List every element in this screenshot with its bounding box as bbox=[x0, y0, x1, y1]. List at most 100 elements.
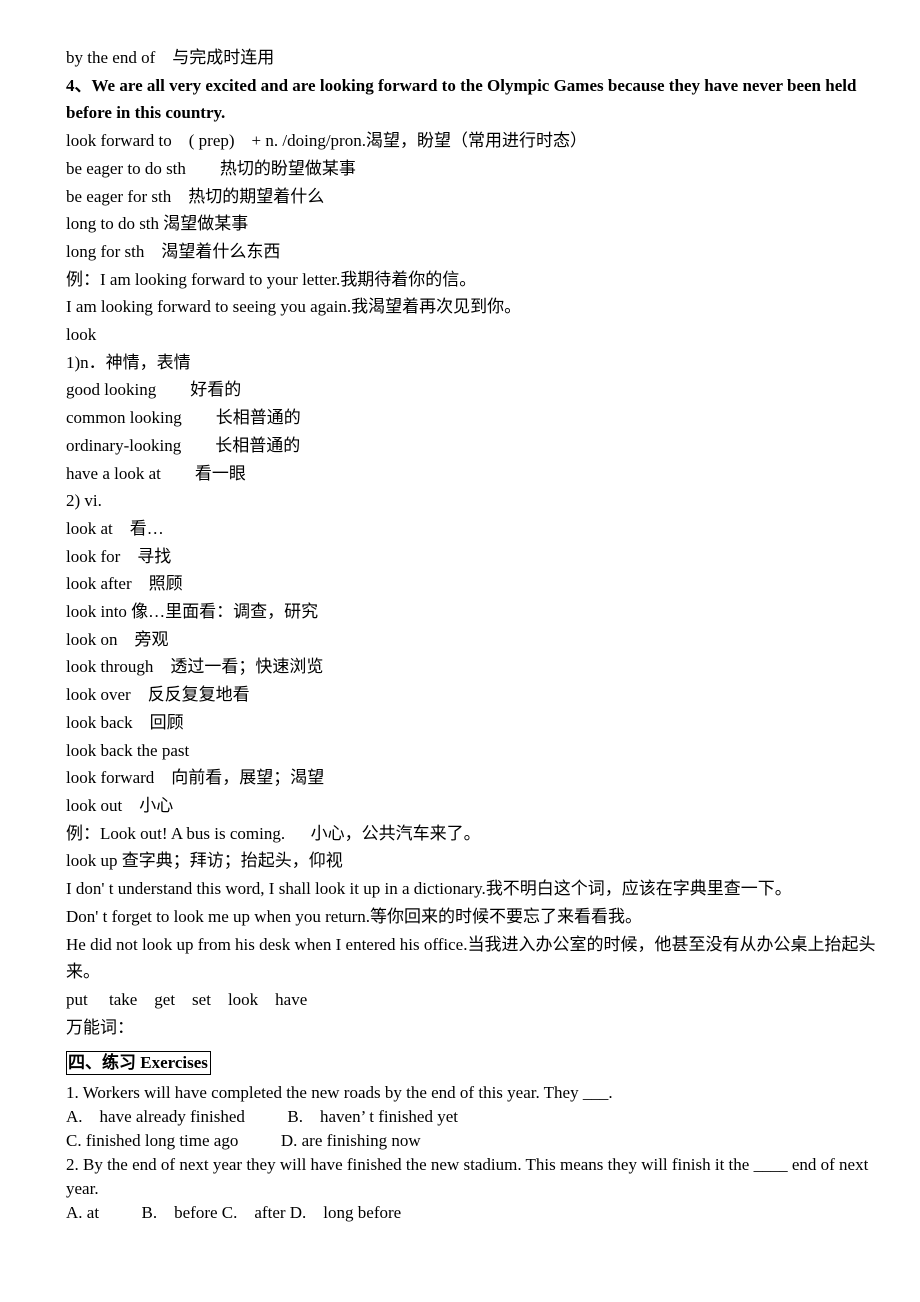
phrase-term: 万能词： bbox=[66, 1017, 134, 1037]
phrase-meaning: 回顾 bbox=[149, 712, 184, 732]
phrase-term: 1)n．神情，表情 bbox=[66, 352, 191, 372]
note-line: by the end of 与完成时连用 bbox=[66, 44, 878, 72]
exercises-list: 1. Workers will have completed the new r… bbox=[66, 1081, 878, 1225]
phrase-meaning: 透过一看；快速浏览 bbox=[170, 657, 324, 677]
phrase-term: put take get set look have bbox=[66, 989, 308, 1009]
phrase-meaning: 向前看，展望；渴望 bbox=[171, 768, 325, 788]
phrase-meaning: 像…里面看：调查，研究 bbox=[131, 602, 319, 622]
phrase-meaning: 与完成时连用 bbox=[172, 48, 275, 67]
note-line: 万能词： bbox=[66, 1014, 878, 1042]
example-sentence: He did not look up from his desk when I … bbox=[66, 934, 876, 982]
phrase-separator bbox=[161, 464, 195, 483]
phrase-term: I don' t understand this word, I shall l… bbox=[66, 879, 486, 899]
phrase-separator bbox=[154, 768, 171, 787]
phrase-meaning: 热切的盼望做某事 bbox=[219, 158, 356, 178]
exercise-options: A. have already finished B. haven’ t fin… bbox=[66, 1107, 458, 1127]
note-line: look at 看… bbox=[66, 515, 878, 543]
note-line: look on 旁观 bbox=[66, 626, 878, 654]
document-page: by the end of 与完成时连用 4、We are all very ex… bbox=[66, 44, 878, 1225]
phrase-term: look back the past bbox=[66, 740, 190, 760]
phrase-term: look bbox=[66, 325, 97, 345]
phrase-term: look over bbox=[66, 685, 131, 705]
note-line: look back the past bbox=[66, 737, 878, 765]
phrase-meaning: 长相普通的 bbox=[215, 435, 301, 455]
phrase-term: long to do sth bbox=[66, 214, 160, 234]
note-line: look forward to ( prep) + n. /doing/pron… bbox=[66, 127, 878, 155]
note-line: look up 查字典；拜访；抬起头，仰视 bbox=[66, 847, 878, 875]
note-line: look back 回顾 bbox=[66, 709, 878, 737]
vocabulary-notes: by the end of 与完成时连用 4、We are all very ex… bbox=[66, 44, 878, 1041]
phrase-meaning: 我渴望着再次见到你。 bbox=[351, 297, 522, 317]
note-line: put take get set look have bbox=[66, 986, 878, 1014]
phrase-meaning: 渴望做某事 bbox=[163, 214, 249, 234]
phrase-term: by the end of bbox=[66, 48, 156, 67]
note-line: have a look at 看一眼 bbox=[66, 460, 878, 488]
key-sentence: 4、We are all very excited and are lookin… bbox=[66, 75, 857, 123]
phrase-separator bbox=[120, 547, 137, 566]
phrase-meaning: 照顾 bbox=[148, 574, 183, 594]
phrase-term: ordinary-looking bbox=[66, 435, 182, 455]
note-line: look forward 向前看，展望；渴望 bbox=[66, 764, 878, 792]
exercise-question: 1. Workers will have completed the new r… bbox=[66, 1083, 613, 1103]
phrase-term: good looking bbox=[66, 380, 157, 400]
phrase-meaning: 长相普通的 bbox=[215, 408, 301, 428]
note-line: look over 反反复复地看 bbox=[66, 681, 878, 709]
note-line: look bbox=[66, 321, 878, 349]
phrase-meaning: 好看的 bbox=[190, 380, 242, 400]
note-line: look out 小心 bbox=[66, 792, 878, 820]
phrase-meaning: 热切的期望着什么 bbox=[188, 186, 325, 206]
phrase-term: be eager for sth bbox=[66, 186, 172, 206]
phrase-separator bbox=[153, 657, 170, 676]
phrase-term: look through bbox=[66, 657, 154, 677]
note-line: 2) vi. bbox=[66, 487, 878, 515]
phrase-term: 例：Look out! A bus is coming. bbox=[66, 823, 286, 843]
note-line: look after 照顾 bbox=[66, 570, 878, 598]
note-line: I don' t understand this word, I shall l… bbox=[66, 875, 878, 903]
phrase-term: look at bbox=[66, 518, 113, 538]
phrase-separator bbox=[172, 131, 189, 150]
phrase-separator bbox=[117, 630, 134, 649]
phrase-meaning: 渴望着什么东西 bbox=[161, 241, 281, 261]
phrase-separator bbox=[131, 685, 148, 704]
note-line: good looking 好看的 bbox=[66, 376, 878, 404]
phrase-term: look forward to bbox=[66, 131, 172, 151]
phrase-separator bbox=[182, 408, 216, 427]
phrase-term: look back bbox=[66, 712, 133, 732]
phrase-term: be eager to do sth bbox=[66, 158, 186, 178]
exercise-options: C. finished long time ago D. are finishi… bbox=[66, 1131, 421, 1151]
note-line: 例：I am looking forward to your letter.我期… bbox=[66, 266, 878, 294]
phrase-meaning: ( prep) + n. /doing/pron.渴望，盼望（常用进行时态） bbox=[188, 131, 587, 151]
phrase-term: look up bbox=[66, 851, 118, 871]
phrase-meaning: 寻找 bbox=[137, 546, 172, 566]
phrase-meaning: 看一眼 bbox=[194, 463, 246, 483]
note-line: look for 寻找 bbox=[66, 543, 878, 571]
phrase-separator bbox=[186, 159, 220, 178]
note-line: common looking 长相普通的 bbox=[66, 404, 878, 432]
section-heading: 四、练习 Exercises bbox=[68, 1053, 208, 1073]
exercise-question: 2. By the end of next year they will hav… bbox=[66, 1155, 869, 1199]
phrase-term: have a look at bbox=[66, 463, 161, 483]
phrase-term: 例：I am looking forward to your letter. bbox=[66, 269, 341, 289]
phrase-separator bbox=[155, 48, 172, 67]
phrase-term: look for bbox=[66, 546, 121, 566]
phrase-meaning: 我不明白这个词，应该在字典里查一下。 bbox=[485, 879, 792, 899]
note-line: ordinary-looking 长相普通的 bbox=[66, 432, 878, 460]
note-line: look into 像…里面看：调查，研究 bbox=[66, 598, 878, 626]
phrase-separator bbox=[285, 824, 311, 843]
phrase-separator bbox=[133, 713, 150, 732]
note-line: I am looking forward to seeing you again… bbox=[66, 293, 878, 321]
phrase-separator bbox=[156, 380, 190, 399]
phrase-separator bbox=[113, 519, 130, 538]
section-heading-box: 四、练习 Exercises bbox=[66, 1051, 211, 1076]
phrase-separator bbox=[132, 574, 149, 593]
phrase-meaning: 小心 bbox=[139, 795, 174, 815]
phrase-separator bbox=[122, 796, 139, 815]
note-line: long to do sth 渴望做某事 bbox=[66, 210, 878, 238]
phrase-separator bbox=[144, 242, 161, 261]
note-line: 例：Look out! A bus is coming. 小心，公共汽车来了。 bbox=[66, 820, 878, 848]
phrase-meaning: 等你回来的时候不要忘了来看看我。 bbox=[369, 906, 642, 926]
phrase-term: long for sth bbox=[66, 241, 145, 261]
phrase-term: Don' t forget to look me up when you ret… bbox=[66, 906, 370, 926]
phrase-meaning: 查字典；拜访；抬起头，仰视 bbox=[121, 851, 343, 871]
note-line: be eager to do sth 热切的盼望做某事 bbox=[66, 155, 878, 183]
